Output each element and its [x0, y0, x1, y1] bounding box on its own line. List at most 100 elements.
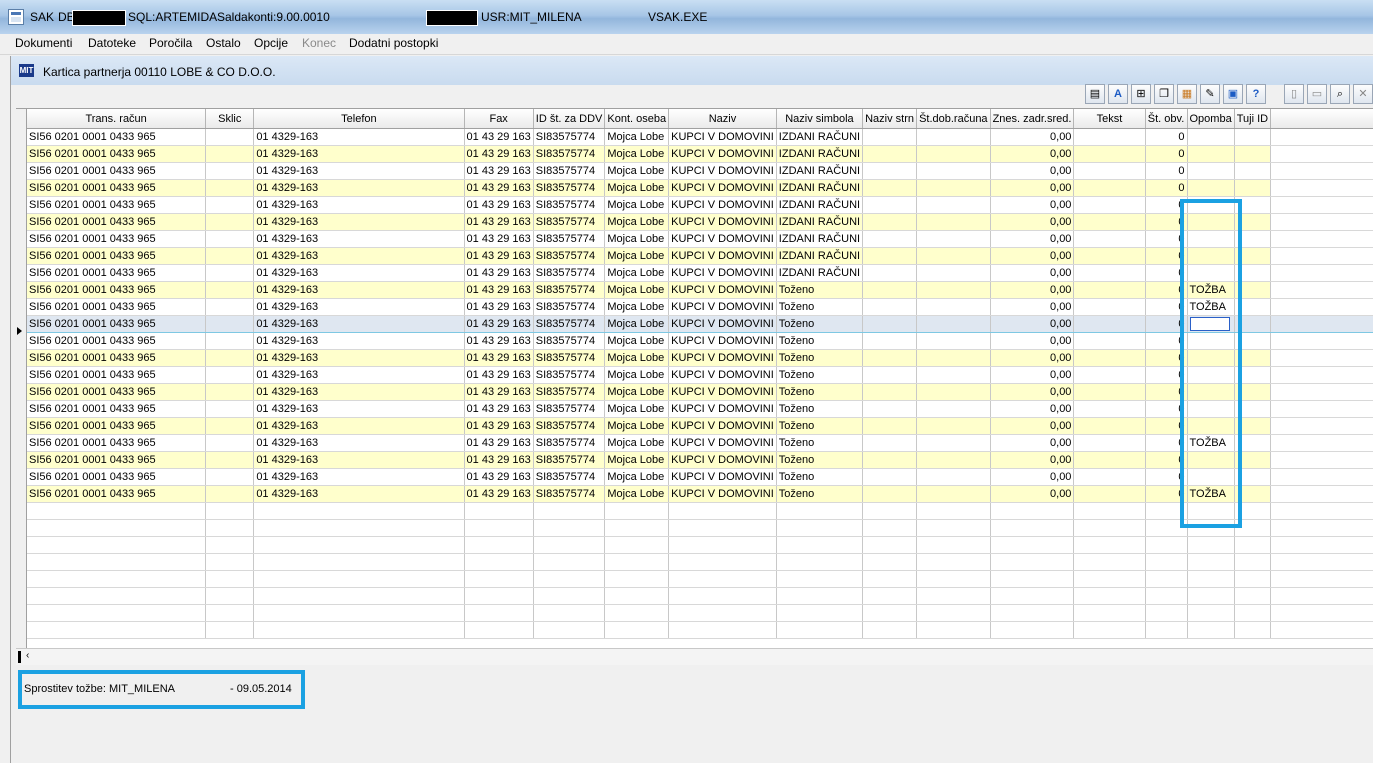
cell-dob[interactable] [916, 264, 991, 282]
cell-ddv[interactable]: SI83575774 [533, 128, 606, 146]
cell-tekst[interactable] [1073, 128, 1146, 146]
empty-cell[interactable] [1073, 587, 1146, 605]
cell-opomba[interactable] [1187, 128, 1235, 146]
table-row[interactable]: SI56 0201 0001 0433 965 01 4329-163 01 43 … [27, 451, 1373, 469]
empty-cell[interactable] [27, 570, 207, 588]
table-row[interactable]: SI56 0201 0001 0433 965 01 4329-163 01 43 … [27, 417, 1373, 435]
cell-dob[interactable] [916, 383, 991, 401]
empty-cell[interactable] [533, 553, 606, 571]
cell-strn[interactable] [862, 298, 918, 316]
cell-tekst[interactable] [1073, 383, 1146, 401]
cell-naziv[interactable]: KUPCI V DOMOVINI [668, 315, 777, 333]
empty-cell[interactable] [205, 570, 255, 588]
empty-row[interactable] [27, 604, 1373, 622]
cell-trans[interactable]: SI56 0201 0001 0433 965 [27, 315, 207, 333]
cell-tekst[interactable] [1073, 417, 1146, 435]
cell-ddv[interactable]: SI83575774 [533, 196, 606, 214]
empty-cell[interactable] [253, 502, 465, 520]
empty-cell[interactable] [533, 604, 606, 622]
cell-oseba[interactable]: Mojca Lobe [604, 383, 670, 401]
empty-row[interactable] [27, 502, 1373, 520]
cell-dob[interactable] [916, 196, 991, 214]
empty-row[interactable] [27, 570, 1373, 588]
table-row[interactable]: SI56 0201 0001 0433 965 01 4329-163 01 43 … [27, 179, 1373, 197]
empty-cell[interactable] [253, 519, 465, 537]
cell-ddv[interactable]: SI83575774 [533, 298, 606, 316]
cell-znes[interactable]: 0,00 [990, 485, 1075, 503]
cell-trans[interactable]: SI56 0201 0001 0433 965 [27, 179, 207, 197]
cell-tel[interactable]: 01 4329-163 [253, 145, 465, 163]
cell-tel[interactable]: 01 4329-163 [253, 315, 465, 333]
cell-naziv[interactable]: KUPCI V DOMOVINI [668, 468, 777, 486]
cell-dob[interactable] [916, 400, 991, 418]
cell-tekst[interactable] [1073, 315, 1146, 333]
cell-dob[interactable] [916, 349, 991, 367]
cell-simbol[interactable]: Toženo [776, 400, 864, 418]
empty-cell[interactable] [205, 519, 255, 537]
empty-cell[interactable] [1073, 604, 1146, 622]
empty-cell[interactable] [27, 536, 207, 554]
cell-fax[interactable]: 01 43 29 163 [464, 213, 534, 231]
cell-tekst[interactable] [1073, 145, 1146, 163]
cell-ddv[interactable]: SI83575774 [533, 400, 606, 418]
cell-sklic[interactable] [205, 281, 255, 299]
cell-dob[interactable] [916, 281, 991, 299]
empty-cell[interactable] [1270, 570, 1373, 588]
table-row[interactable]: SI56 0201 0001 0433 965 01 4329-163 01 43 … [27, 349, 1373, 367]
cell-sklic[interactable] [205, 451, 255, 469]
empty-cell[interactable] [990, 502, 1075, 520]
cell-fax[interactable]: 01 43 29 163 [464, 247, 534, 265]
cell-dob[interactable] [916, 434, 991, 452]
empty-cell[interactable] [1187, 621, 1235, 639]
cell-oseba[interactable]: Mojca Lobe [604, 128, 670, 146]
cell-dob[interactable] [916, 298, 991, 316]
cell-tel[interactable]: 01 4329-163 [253, 400, 465, 418]
cell-trans[interactable]: SI56 0201 0001 0433 965 [27, 383, 207, 401]
empty-cell[interactable] [916, 621, 991, 639]
cell-tekst[interactable] [1073, 434, 1146, 452]
empty-cell[interactable] [604, 604, 670, 622]
new-document-icon[interactable]: ▯ [1284, 84, 1304, 104]
cell-oseba[interactable]: Mojca Lobe [604, 434, 670, 452]
cell-trans[interactable]: SI56 0201 0001 0433 965 [27, 451, 207, 469]
cell-tel[interactable]: 01 4329-163 [253, 179, 465, 197]
cell-sklic[interactable] [205, 417, 255, 435]
empty-cell[interactable] [604, 570, 670, 588]
cell-fax[interactable]: 01 43 29 163 [464, 349, 534, 367]
empty-cell[interactable] [27, 553, 207, 571]
cell-trans[interactable]: SI56 0201 0001 0433 965 [27, 281, 207, 299]
cell-tel[interactable]: 01 4329-163 [253, 417, 465, 435]
column-header[interactable]: Naziv simbola [776, 109, 864, 129]
cell-strn[interactable] [862, 196, 918, 214]
cell-dob[interactable] [916, 128, 991, 146]
cell-naziv[interactable]: KUPCI V DOMOVINI [668, 332, 777, 350]
cell-naziv[interactable]: KUPCI V DOMOVINI [668, 434, 777, 452]
cell-ddv[interactable]: SI83575774 [533, 230, 606, 248]
empty-cell[interactable] [776, 519, 864, 537]
cell-oseba[interactable]: Mojca Lobe [604, 366, 670, 384]
cell-znes[interactable]: 0,00 [990, 196, 1075, 214]
column-header[interactable]: Opomba [1187, 109, 1235, 129]
cell-tekst[interactable] [1073, 349, 1146, 367]
empty-cell[interactable] [1234, 587, 1272, 605]
empty-cell[interactable] [916, 587, 991, 605]
cell-opomba[interactable] [1187, 162, 1235, 180]
empty-row[interactable] [27, 621, 1373, 639]
cell-sklic[interactable] [205, 315, 255, 333]
table-row[interactable]: SI56 0201 0001 0433 965 01 4329-163 01 43 … [27, 366, 1373, 384]
cell-dob[interactable] [916, 162, 991, 180]
empty-cell[interactable] [27, 519, 207, 537]
empty-cell[interactable] [533, 519, 606, 537]
cell-sklic[interactable] [205, 434, 255, 452]
cell-ddv[interactable]: SI83575774 [533, 332, 606, 350]
cell-simbol[interactable]: Toženo [776, 485, 864, 503]
cell-sklic[interactable] [205, 196, 255, 214]
cell-naziv[interactable]: KUPCI V DOMOVINI [668, 485, 777, 503]
cell-ddv[interactable]: SI83575774 [533, 162, 606, 180]
table-row[interactable]: SI56 0201 0001 0433 965 01 4329-163 01 43 … [27, 383, 1373, 401]
cell-trans[interactable]: SI56 0201 0001 0433 965 [27, 162, 207, 180]
empty-cell[interactable] [464, 570, 534, 588]
empty-cell[interactable] [533, 570, 606, 588]
cell-naziv[interactable]: KUPCI V DOMOVINI [668, 281, 777, 299]
cell-tel[interactable]: 01 4329-163 [253, 383, 465, 401]
